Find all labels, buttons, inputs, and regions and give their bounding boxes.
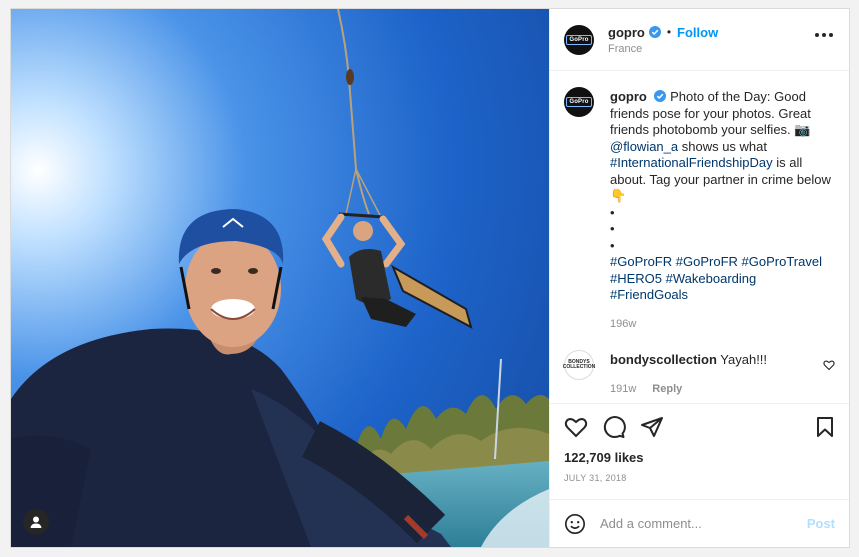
hashtag-link[interactable]: #InternationalFriendshipDay: [610, 155, 773, 170]
bullet: •: [610, 204, 615, 220]
avatar-logo-text: BONDYS COLLECTION: [562, 359, 596, 370]
comment-icon[interactable]: [602, 415, 626, 439]
verified-badge-icon: [648, 26, 661, 38]
likes-count[interactable]: 122,709 likes: [564, 450, 835, 465]
location-link[interactable]: France: [608, 43, 718, 55]
hashtag-link[interactable]: #HERO5: [610, 271, 662, 286]
follow-button[interactable]: Follow: [677, 25, 718, 40]
post-actions: 122,709 likes JULY 31, 2018: [550, 403, 849, 499]
share-icon[interactable]: [640, 415, 664, 439]
photo-scene: [11, 9, 549, 547]
user-tag-button[interactable]: [23, 509, 49, 535]
bullet: •: [610, 221, 615, 236]
verified-badge-icon: [654, 90, 667, 102]
comment-age[interactable]: 191w: [610, 381, 636, 398]
hashtag-link[interactable]: #GoProTravel: [742, 254, 822, 269]
heart-icon[interactable]: [823, 358, 835, 376]
caption-age[interactable]: 196w: [610, 316, 636, 333]
comment-text: Yayah!!!: [720, 352, 768, 367]
hashtag-link[interactable]: #FriendGoals: [610, 287, 688, 302]
post-button[interactable]: Post: [807, 516, 835, 531]
post-frame: GoPro gopro • Follow France GoPro gopro …: [10, 8, 850, 548]
avatar[interactable]: GoPro: [564, 24, 594, 55]
gopro-logo: GoPro: [566, 97, 592, 107]
hashtags: #GoProFR #GoProFR #GoProTravel #HERO5 #W…: [610, 254, 835, 304]
post-photo[interactable]: [11, 9, 549, 547]
comment-input[interactable]: [600, 516, 807, 531]
list-item: BONDYS COLLECTION bondyscollection Yayah…: [562, 350, 835, 398]
gopro-logo: GoPro: [566, 34, 592, 45]
hashtag-link[interactable]: #GoProFR: [610, 254, 672, 269]
avatar[interactable]: BONDYS COLLECTION: [562, 350, 596, 380]
bullet: •: [610, 237, 615, 253]
more-options-icon[interactable]: [815, 33, 833, 37]
add-comment-bar: Post: [550, 499, 849, 547]
caption: GoPro gopro Photo of the Day: Good frien…: [564, 87, 835, 333]
hashtag-link[interactable]: #GoProFR: [676, 254, 738, 269]
comments-list[interactable]: GoPro gopro Photo of the Day: Good frien…: [550, 71, 849, 403]
separator: •: [666, 25, 672, 39]
post-header: GoPro gopro • Follow France: [550, 9, 849, 71]
post-side-panel: GoPro gopro • Follow France GoPro gopro …: [549, 9, 849, 547]
user-tag-icon: [30, 516, 42, 528]
bookmark-icon[interactable]: [815, 416, 835, 438]
emoji-icon[interactable]: [564, 513, 586, 535]
caption-avatar[interactable]: GoPro: [564, 87, 594, 117]
hashtag-link[interactable]: #Wakeboarding: [666, 271, 757, 286]
caption-username[interactable]: gopro: [610, 89, 647, 104]
heart-icon[interactable]: [564, 415, 588, 439]
comment-username[interactable]: bondyscollection: [610, 352, 717, 367]
mention-link[interactable]: @flowian_a: [610, 139, 678, 154]
post-date[interactable]: JULY 31, 2018: [564, 473, 835, 483]
username[interactable]: gopro: [608, 25, 645, 40]
caption-text: shows us what: [678, 138, 767, 154]
reply-button[interactable]: Reply: [652, 381, 682, 398]
